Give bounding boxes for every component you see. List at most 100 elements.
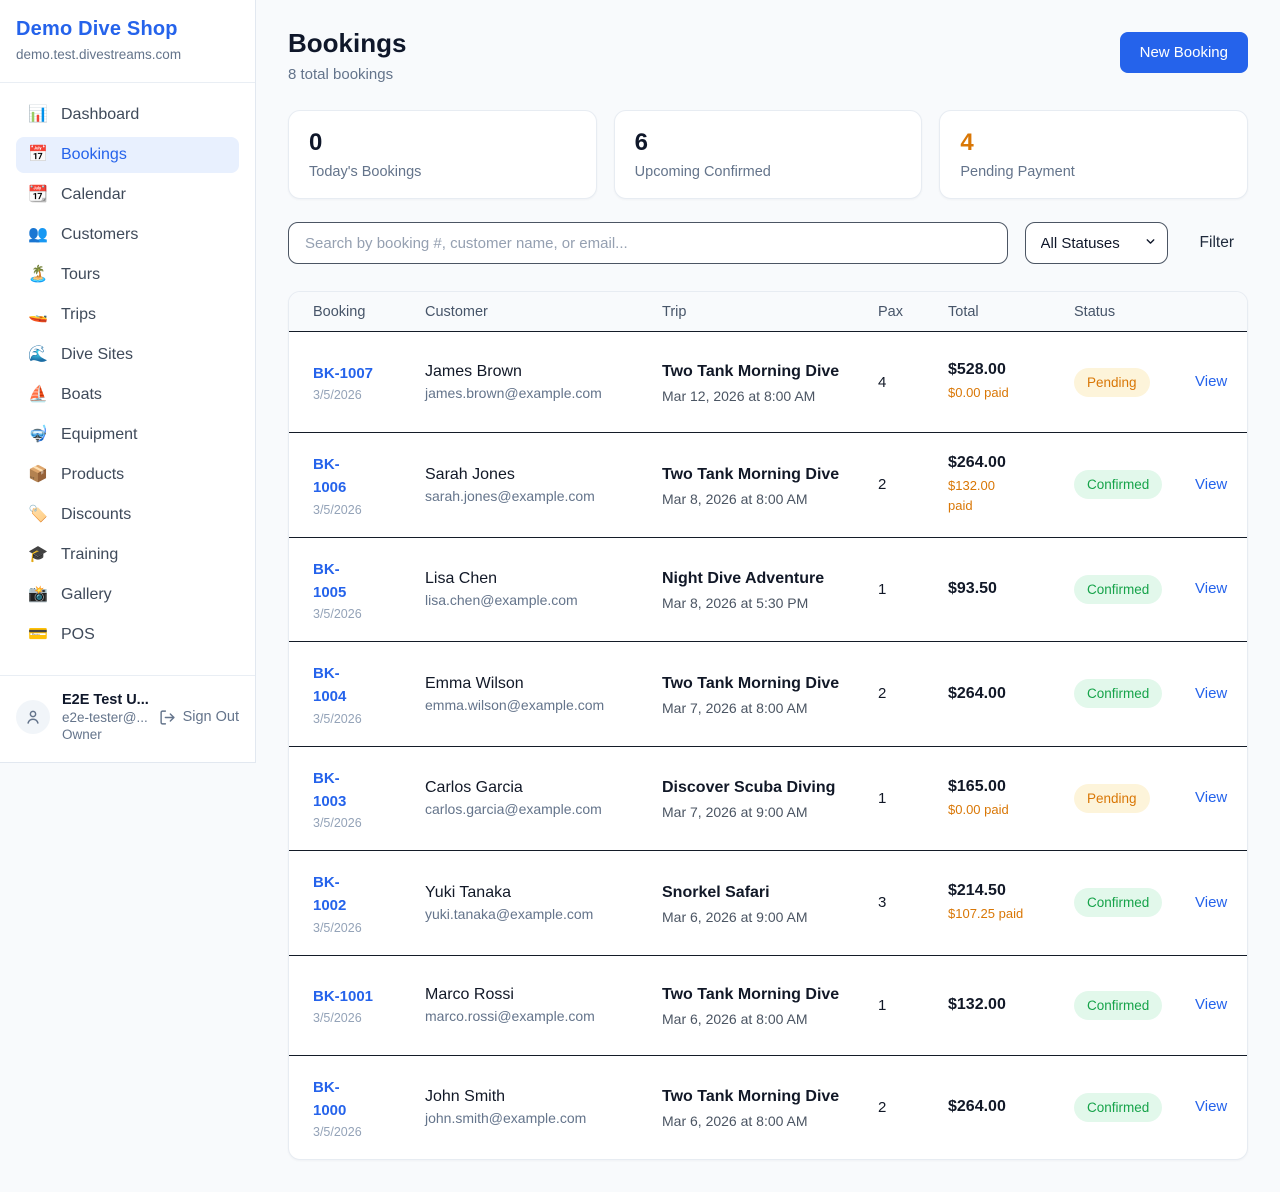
- booking-cell: BK- 1000 3/5/2026: [313, 1076, 425, 1140]
- view-link[interactable]: View: [1195, 580, 1227, 597]
- sidebar-item-label: Gallery: [61, 586, 112, 604]
- sidebar-item-icon: ⛵: [28, 387, 48, 403]
- trip-name: Two Tank Morning Dive: [662, 1085, 852, 1109]
- customer-cell: Yuki Tanaka yuki.tanaka@example.com: [425, 884, 662, 922]
- view-link[interactable]: View: [1195, 789, 1227, 806]
- pax-cell: 1: [878, 997, 948, 1014]
- table-row: BK- 1003 3/5/2026 Carlos Garcia carlos.g…: [289, 746, 1247, 851]
- trip-name: Night Dive Adventure: [662, 567, 852, 591]
- sidebar-item[interactable]: 📸 Gallery: [16, 577, 239, 613]
- sidebar-item-icon: 🏝️: [28, 267, 48, 283]
- sidebar-item-label: Dashboard: [61, 106, 139, 124]
- actions-cell: View: [1195, 894, 1227, 912]
- sidebar-item[interactable]: 🏝️ Tours: [16, 257, 239, 293]
- pax-cell: 4: [878, 374, 948, 391]
- booking-id-link[interactable]: BK- 1003: [313, 767, 425, 814]
- trip-date: Mar 8, 2026 at 8:00 AM: [662, 491, 878, 507]
- filter-button[interactable]: Filter: [1200, 234, 1234, 252]
- booking-id-link[interactable]: BK- 1000: [313, 1076, 425, 1123]
- sign-out-button[interactable]: Sign Out: [159, 709, 239, 726]
- actions-cell: View: [1195, 1098, 1227, 1116]
- customer-cell: Lisa Chen lisa.chen@example.com: [425, 570, 662, 608]
- col-header-trip: Trip: [662, 304, 878, 320]
- sidebar-item-icon: 📊: [28, 107, 48, 123]
- booking-cell: BK- 1002 3/5/2026: [313, 871, 425, 935]
- sidebar-item-icon: 🎓: [28, 547, 48, 563]
- sidebar-item[interactable]: 🚤 Trips: [16, 297, 239, 333]
- booking-id-link[interactable]: BK- 1002: [313, 871, 425, 918]
- shop-header: Demo Dive Shop demo.test.divestreams.com: [0, 0, 255, 83]
- page-subtitle: 8 total bookings: [288, 66, 406, 83]
- sidebar-item[interactable]: 🌊 Dive Sites: [16, 337, 239, 373]
- pax-cell: 3: [878, 894, 948, 911]
- total-cell: $264.00: [948, 1098, 1074, 1116]
- total-amount: $132.00: [948, 996, 1074, 1014]
- trip-name: Snorkel Safari: [662, 881, 852, 905]
- user-name: E2E Test U...: [62, 692, 147, 708]
- status-cell: Confirmed: [1074, 991, 1195, 1020]
- sign-out-label: Sign Out: [183, 709, 239, 725]
- sidebar-item[interactable]: ⛵ Boats: [16, 377, 239, 413]
- table-header-row: Booking Customer Trip Pax Total Status: [289, 292, 1247, 332]
- bookings-table: Booking Customer Trip Pax Total Status B…: [288, 291, 1248, 1160]
- booking-id-link[interactable]: BK- 1004: [313, 662, 425, 709]
- sidebar-item-icon: 📦: [28, 467, 48, 483]
- trip-cell: Snorkel Safari Mar 6, 2026 at 9:00 AM: [662, 881, 878, 925]
- paid-amount: $132.00 paid: [948, 476, 1040, 515]
- booking-id-link[interactable]: BK-1001: [313, 985, 425, 1008]
- trip-date: Mar 6, 2026 at 9:00 AM: [662, 909, 878, 925]
- customer-cell: Carlos Garcia carlos.garcia@example.com: [425, 779, 662, 817]
- status-select[interactable]: All Statuses: [1025, 222, 1168, 264]
- paid-amount: $0.00 paid: [948, 383, 1040, 403]
- view-link[interactable]: View: [1195, 996, 1227, 1013]
- stat-card: 0 Today's Bookings: [288, 110, 597, 199]
- sidebar-item[interactable]: 👥 Customers: [16, 217, 239, 253]
- total-amount: $528.00: [948, 361, 1074, 379]
- sidebar-item[interactable]: 📅 Bookings: [16, 137, 239, 173]
- sidebar-item-label: Calendar: [61, 186, 126, 204]
- booking-date: 3/5/2026: [313, 607, 425, 621]
- sidebar-item[interactable]: 📊 Dashboard: [16, 97, 239, 133]
- status-cell: Confirmed: [1074, 470, 1195, 499]
- view-link[interactable]: View: [1195, 1098, 1227, 1115]
- total-cell: $528.00 $0.00 paid: [948, 361, 1074, 403]
- total-amount: $264.00: [948, 454, 1074, 472]
- actions-cell: View: [1195, 476, 1227, 494]
- sidebar-item[interactable]: 🏷️ Discounts: [16, 497, 239, 533]
- sidebar-item-icon: 🌊: [28, 347, 48, 363]
- user-meta: E2E Test U... e2e-tester@... Owner: [62, 692, 147, 742]
- new-booking-button[interactable]: New Booking: [1120, 32, 1248, 73]
- customer-name: Yuki Tanaka: [425, 884, 662, 902]
- booking-id-link[interactable]: BK-1007: [313, 362, 425, 385]
- sidebar-item-label: Tours: [61, 266, 100, 284]
- sidebar-item[interactable]: 🎓 Training: [16, 537, 239, 573]
- sidebar-item-label: Trips: [61, 306, 96, 324]
- pax-cell: 2: [878, 685, 948, 702]
- sidebar-item[interactable]: 📦 Products: [16, 457, 239, 493]
- view-link[interactable]: View: [1195, 685, 1227, 702]
- sidebar-item-label: Boats: [61, 386, 102, 404]
- stat-value: 4: [960, 129, 1227, 157]
- view-link[interactable]: View: [1195, 373, 1227, 390]
- table-row: BK- 1005 3/5/2026 Lisa Chen lisa.chen@ex…: [289, 537, 1247, 642]
- search-input[interactable]: [288, 222, 1008, 264]
- col-header-total: Total: [948, 304, 1074, 320]
- actions-cell: View: [1195, 789, 1227, 807]
- stat-value: 0: [309, 129, 576, 157]
- sidebar-item[interactable]: 🤿 Equipment: [16, 417, 239, 453]
- stats-cards: 0 Today's Bookings 6 Upcoming Confirmed …: [288, 110, 1248, 199]
- view-link[interactable]: View: [1195, 894, 1227, 911]
- trip-cell: Discover Scuba Diving Mar 7, 2026 at 9:0…: [662, 776, 878, 820]
- booking-id-link[interactable]: BK- 1005: [313, 558, 425, 605]
- customer-name: Sarah Jones: [425, 466, 662, 484]
- sidebar-item-label: Products: [61, 466, 124, 484]
- view-link[interactable]: View: [1195, 476, 1227, 493]
- page-title: Bookings: [288, 28, 406, 59]
- booking-id-link[interactable]: BK- 1006: [313, 453, 425, 500]
- sidebar-item[interactable]: 📆 Calendar: [16, 177, 239, 213]
- trip-cell: Two Tank Morning Dive Mar 6, 2026 at 8:0…: [662, 983, 878, 1027]
- sidebar-item[interactable]: 💳 POS: [16, 617, 239, 653]
- col-header-status: Status: [1074, 304, 1195, 320]
- status-badge: Pending: [1074, 368, 1150, 397]
- shop-name: Demo Dive Shop: [16, 18, 239, 41]
